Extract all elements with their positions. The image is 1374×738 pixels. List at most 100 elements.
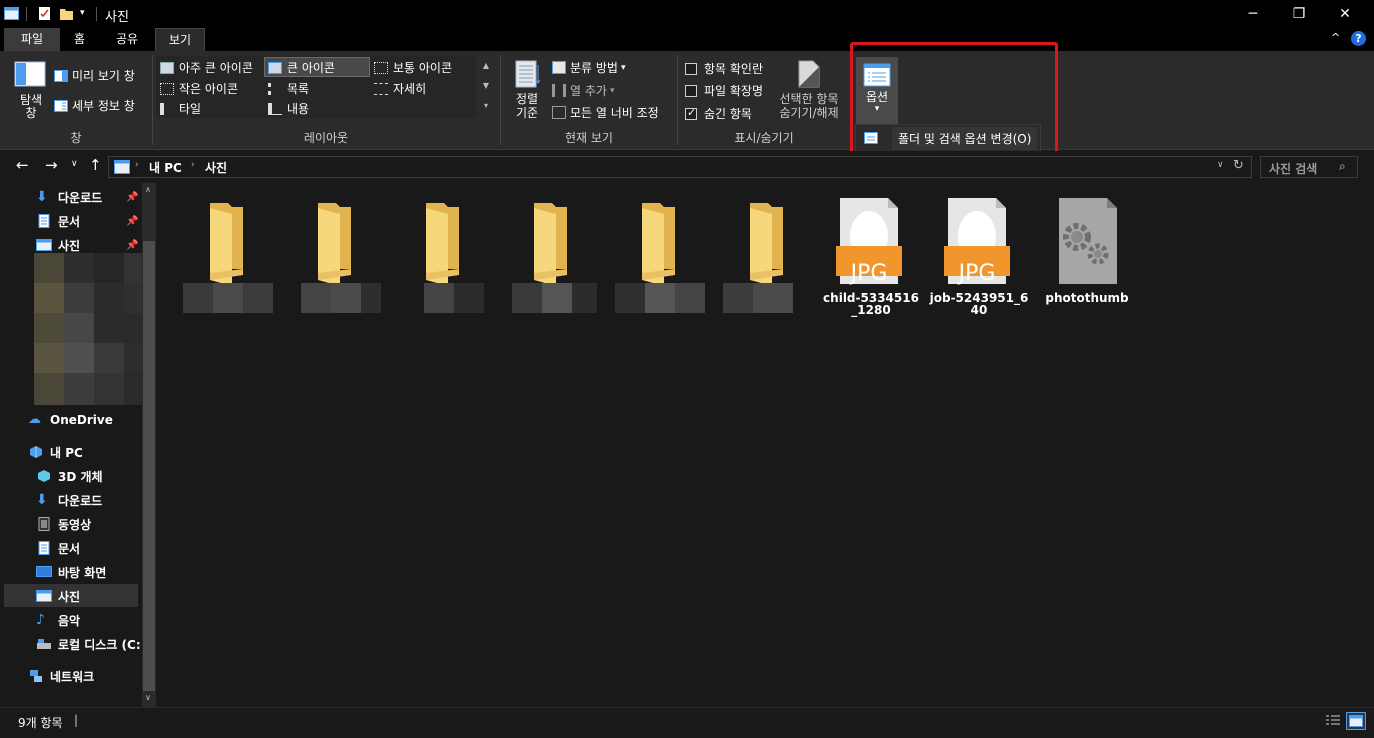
layout-label: 자세히 [393,82,427,96]
folder-item[interactable] [173,198,273,313]
item-check-boxes-checkbox[interactable] [685,62,697,75]
file-name-extensions-toggle[interactable]: 파일 확장명 [685,82,763,99]
add-columns-button[interactable]: 열 추가 ▾ [552,82,614,99]
search-box[interactable]: 사진 검색 ⌕ [1260,156,1358,178]
layout-details[interactable]: 자세히 [374,80,426,97]
help-icon[interactable]: ? [1351,31,1366,46]
scroll-down-icon[interactable]: ∨ [145,693,151,702]
folder-item[interactable] [713,198,813,313]
navigation-pane: ⬇ 다운로드 📌 문서 📌 사진 📌 ☁ OneDrive 내 PC 3D 개체… [0,183,158,707]
tab-home[interactable]: 홈 [62,28,97,51]
tab-file[interactable]: 파일 [4,28,60,51]
nav-item-this-pc[interactable]: 내 PC [0,441,140,463]
group-label-current-view: 현재 보기 [565,131,613,145]
tab-share[interactable]: 공유 [104,28,150,51]
layout-medium-icons[interactable]: 보통 아이콘 [374,59,452,76]
pin-icon[interactable]: 📌 [126,240,138,251]
hide-selected-items-button[interactable]: 선택한 항목 숨기기/해제 [776,59,842,120]
folder-item[interactable] [605,198,705,313]
hidden-items-checkbox[interactable]: ✓ [685,106,697,120]
new-folder-icon[interactable] [59,6,74,21]
layout-extra-large-icons[interactable]: 아주 큰 아이콘 [160,59,253,76]
layout-small-icons[interactable]: 작은 아이콘 [160,80,238,97]
layout-content[interactable]: 내용 [268,100,309,117]
file-name-extensions-checkbox[interactable] [685,84,697,97]
pin-icon[interactable]: 📌 [126,192,138,203]
properties-icon[interactable] [37,6,52,21]
close-button[interactable]: ✕ [1322,0,1368,28]
nav-label: 내 PC [50,445,83,460]
item-check-boxes-toggle[interactable]: 항목 확인란 [685,60,763,77]
nav-item-music[interactable]: ♪ 음악 [0,609,140,631]
details-view-icon[interactable] [1325,714,1341,728]
nav-item-downloads-quick[interactable]: ⬇ 다운로드 📌 [0,186,140,208]
nav-item-local-disk[interactable]: 로컬 디스크 (C: [0,633,140,655]
image-file-item[interactable]: JPG child-5334516_1280 [821,198,921,316]
nav-item-network[interactable]: 네트워크 [0,665,140,687]
search-input[interactable]: 사진 검색 [1269,160,1317,177]
quick-access-dropdown-icon[interactable]: ▾ [80,8,85,18]
layout-label: 보통 아이콘 [393,61,453,75]
nav-item-desktop[interactable]: 바탕 화면 [0,561,140,583]
navigation-pane-button[interactable]: 탐색 창 [14,61,48,120]
forward-arrow-icon[interactable]: → [45,156,58,174]
tab-view[interactable]: 보기 [155,28,205,51]
layout-gallery-scroll[interactable]: ▲ ▼ ▾ [480,56,492,118]
nav-label: 문서 [58,214,81,229]
divider [96,7,97,21]
address-bar[interactable]: › 내 PC › 사진 ∨ ↻ [108,156,1252,178]
collapse-ribbon-icon[interactable]: ^ [1331,31,1340,44]
jpg-badge: JPG [958,261,996,286]
image-file-item[interactable]: JPG job-5243951_640 [929,198,1029,316]
address-dropdown-icon[interactable]: ∨ [1217,160,1224,170]
hidden-items-label: 숨긴 항목 [704,107,752,121]
layout-list[interactable]: 목록 [268,80,309,97]
item-count: 9개 항목 [18,716,63,730]
folder-item[interactable] [389,198,489,313]
size-all-columns-button[interactable]: 모든 열 너비 조정 [552,104,659,121]
layout-label: 내용 [287,102,310,116]
layout-tiles[interactable]: 타일 [160,100,201,117]
nav-item-onedrive[interactable]: ☁ OneDrive [0,409,140,431]
breadcrumb-pictures[interactable]: 사진 [205,159,227,176]
large-icons-view-button[interactable] [1346,712,1366,730]
address-row: ← → ∨ ↑ › 내 PC › 사진 ∨ ↻ 사진 검색 ⌕ [0,151,1374,183]
pin-icon[interactable]: 📌 [126,216,138,227]
nav-item-documents[interactable]: 문서 [0,537,140,559]
layout-large-icons[interactable]: 큰 아이콘 [268,59,335,76]
nav-item-videos[interactable]: 동영상 [0,513,140,535]
settings-file-item[interactable]: photothumb [1037,198,1137,304]
preview-pane-label: 미리 보기 창 [72,69,135,83]
up-arrow-icon[interactable]: ↑ [89,156,102,174]
breadcrumb-this-pc[interactable]: 내 PC [149,159,182,176]
network-icon [30,670,42,682]
minimize-button[interactable]: ─ [1230,0,1276,28]
nav-item-documents-quick[interactable]: 문서 📌 [0,210,140,232]
document-icon [38,541,50,555]
nav-scrollbar[interactable]: ∧ ∨ [142,183,156,707]
recent-locations-icon[interactable]: ∨ [71,159,78,169]
cloud-icon: ☁ [28,412,41,427]
details-pane-button[interactable]: 세부 정보 창 [54,97,135,114]
content-icon [268,102,282,115]
sort-by-button[interactable]: 정렬 기준 [508,59,546,120]
folder-item[interactable] [281,198,381,313]
nav-item-pictures[interactable]: 사진 [0,585,140,607]
scroll-up-icon[interactable]: ∧ [145,185,151,194]
document-icon [38,214,50,228]
restore-button[interactable]: ❐ [1276,0,1322,28]
navigation-pane-label: 탐색 창 [19,93,43,120]
folder-item[interactable] [497,198,597,313]
medium-icons-icon [374,61,388,74]
search-icon: ⌕ [1339,159,1346,173]
ribbon-view: 탐색 창 미리 보기 창 세부 정보 창 창 아주 큰 아이콘 큰 아이콘 보통… [0,51,1374,152]
nav-item-downloads[interactable]: ⬇ 다운로드 [0,489,140,511]
nav-item-3d-objects[interactable]: 3D 개체 [0,465,140,487]
back-arrow-icon[interactable]: ← [16,156,29,174]
group-by-button[interactable]: 분류 방법 ▾ [552,59,626,76]
hidden-items-toggle[interactable]: ✓ 숨긴 항목 [685,105,752,122]
scrollbar-thumb[interactable] [143,241,155,691]
refresh-icon[interactable]: ↻ [1233,158,1244,173]
preview-pane-button[interactable]: 미리 보기 창 [54,67,135,84]
list-icon [268,82,282,95]
